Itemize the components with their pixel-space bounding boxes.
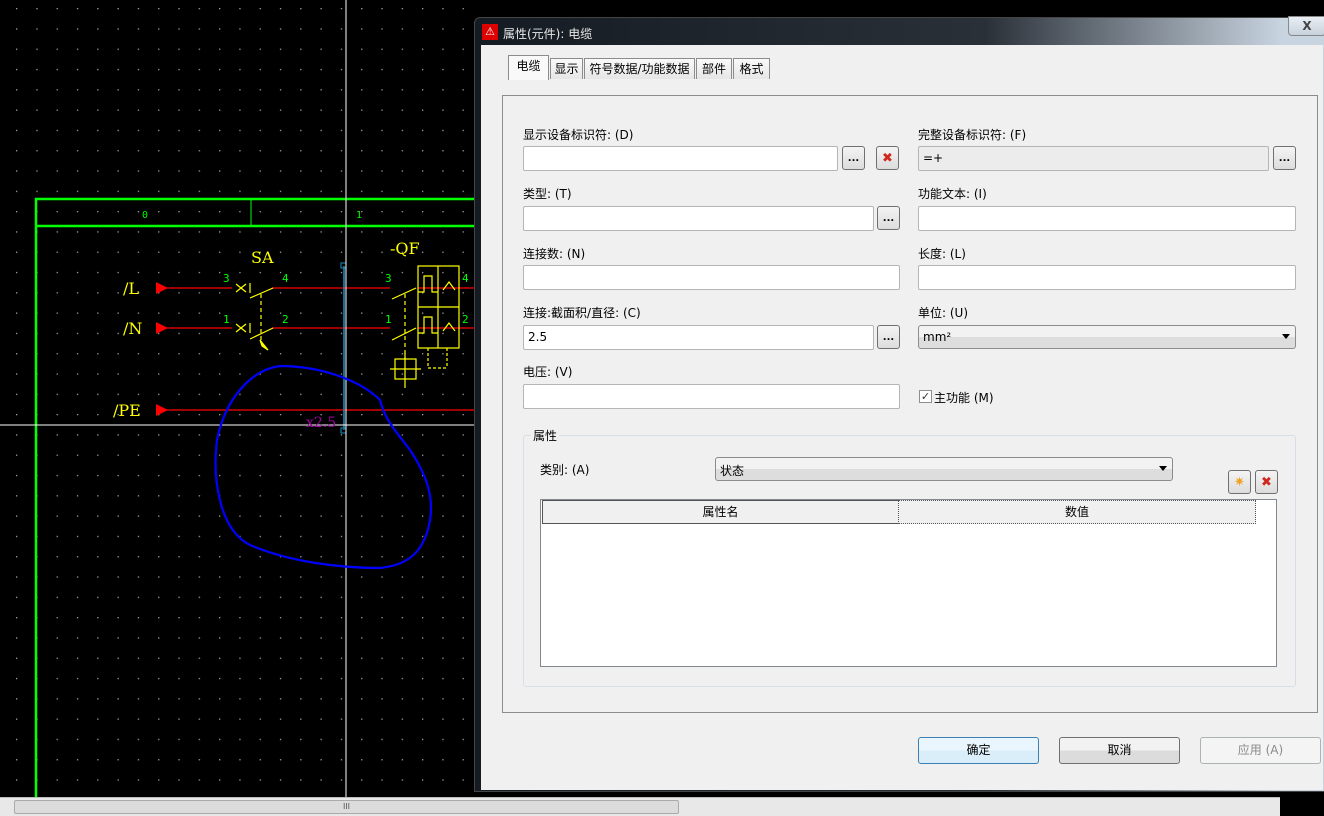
tab-format[interactable]: 格式 bbox=[733, 58, 770, 79]
category-value: 状态 bbox=[720, 464, 745, 478]
unit-value: mm² bbox=[923, 330, 952, 344]
cable-cross-section-label: x2.5 bbox=[306, 415, 336, 431]
full-dt-input[interactable]: =+ bbox=[918, 146, 1269, 171]
pin-qf-3: 3 bbox=[385, 272, 392, 285]
potential-l[interactable]: /L bbox=[123, 279, 139, 298]
switch-label[interactable]: SA bbox=[251, 248, 274, 267]
column-header-value[interactable]: 数值 bbox=[898, 500, 1256, 524]
full-dt-label: 完整设备标识符: (F) bbox=[918, 128, 1027, 142]
pin-qf-1: 1 bbox=[385, 313, 392, 326]
type-browse-button[interactable]: ... bbox=[877, 206, 900, 230]
pin-sa-1: 1 bbox=[223, 313, 230, 326]
category-select[interactable]: 状态 bbox=[715, 457, 1173, 481]
display-dt-input[interactable] bbox=[523, 146, 838, 171]
function-text-input[interactable] bbox=[918, 206, 1296, 231]
display-dt-label: 显示设备标识符: (D) bbox=[523, 128, 634, 142]
potential-n[interactable]: /N bbox=[123, 319, 142, 338]
scrollbar-thumb[interactable]: III bbox=[14, 800, 679, 814]
delete-property-icon[interactable]: ✖ bbox=[1255, 470, 1278, 494]
pin-sa-2: 2 bbox=[282, 313, 289, 326]
tab-cable[interactable]: 电缆 bbox=[508, 55, 549, 80]
function-text-label: 功能文本: (I) bbox=[918, 187, 987, 201]
column-label-1: 1 bbox=[356, 210, 362, 221]
dialog-title: 属性(元件): 电缆 bbox=[503, 27, 593, 41]
pin-qf-2: 2 bbox=[462, 313, 469, 326]
properties-group-title: 属性 bbox=[531, 427, 560, 444]
voltage-input[interactable] bbox=[523, 384, 900, 409]
type-input[interactable] bbox=[523, 206, 874, 231]
main-function-checkbox[interactable]: ✓ bbox=[919, 390, 932, 403]
column-label-0: 0 bbox=[142, 210, 148, 221]
new-property-icon[interactable]: ✷ bbox=[1228, 470, 1251, 494]
scrollbar-grip: III bbox=[342, 802, 351, 811]
potential-pe[interactable]: /PE bbox=[113, 401, 141, 420]
unit-label: 单位: (U) bbox=[918, 306, 969, 320]
cancel-button[interactable]: 取消 bbox=[1059, 737, 1180, 764]
grid-dots bbox=[0, 0, 480, 800]
pin-sa-4: 4 bbox=[282, 272, 289, 285]
properties-table: 属性名 数值 bbox=[540, 499, 1277, 667]
tab-parts[interactable]: 部件 bbox=[696, 58, 732, 79]
display-dt-browse-button[interactable]: ... bbox=[842, 146, 865, 170]
connections-label: 连接数: (N) bbox=[523, 247, 586, 261]
pin-sa-3: 3 bbox=[223, 272, 230, 285]
full-dt-browse-button[interactable]: ... bbox=[1273, 146, 1296, 170]
horizontal-scrollbar[interactable]: III bbox=[0, 797, 1280, 816]
column-header-property-name[interactable]: 属性名 bbox=[542, 500, 899, 524]
voltage-label: 电压: (V) bbox=[523, 365, 573, 379]
cross-section-input[interactable]: 2.5 bbox=[523, 325, 874, 350]
tab-symbol-function-data[interactable]: 符号数据/功能数据 bbox=[584, 58, 695, 79]
cross-section-label: 连接:截面积/直径: (C) bbox=[523, 306, 641, 320]
tab-display[interactable]: 显示 bbox=[550, 58, 583, 79]
length-label: 长度: (L) bbox=[918, 247, 966, 261]
connections-input[interactable] bbox=[523, 265, 900, 290]
unit-select[interactable]: mm² bbox=[918, 325, 1296, 349]
main-function-label: 主功能 (M) bbox=[934, 391, 994, 405]
type-label: 类型: (T) bbox=[523, 187, 572, 201]
cross-section-browse-button[interactable]: ... bbox=[877, 325, 900, 349]
chevron-down-icon bbox=[1159, 466, 1167, 471]
category-label: 类别: (A) bbox=[540, 463, 590, 477]
ok-button[interactable]: 确定 bbox=[918, 737, 1039, 764]
close-button[interactable]: X bbox=[1288, 16, 1324, 36]
apply-button[interactable]: 应用 (A) bbox=[1200, 737, 1321, 764]
delete-icon[interactable]: ✖ bbox=[876, 146, 899, 170]
dialog-titlebar[interactable]: ⚠ 属性(元件): 电缆 X bbox=[475, 16, 1324, 46]
warning-app-icon: ⚠ bbox=[482, 24, 498, 40]
chevron-down-icon bbox=[1282, 334, 1290, 339]
breaker-label[interactable]: -QF bbox=[390, 239, 420, 258]
length-input[interactable] bbox=[918, 265, 1296, 290]
pin-qf-4: 4 bbox=[462, 272, 469, 285]
